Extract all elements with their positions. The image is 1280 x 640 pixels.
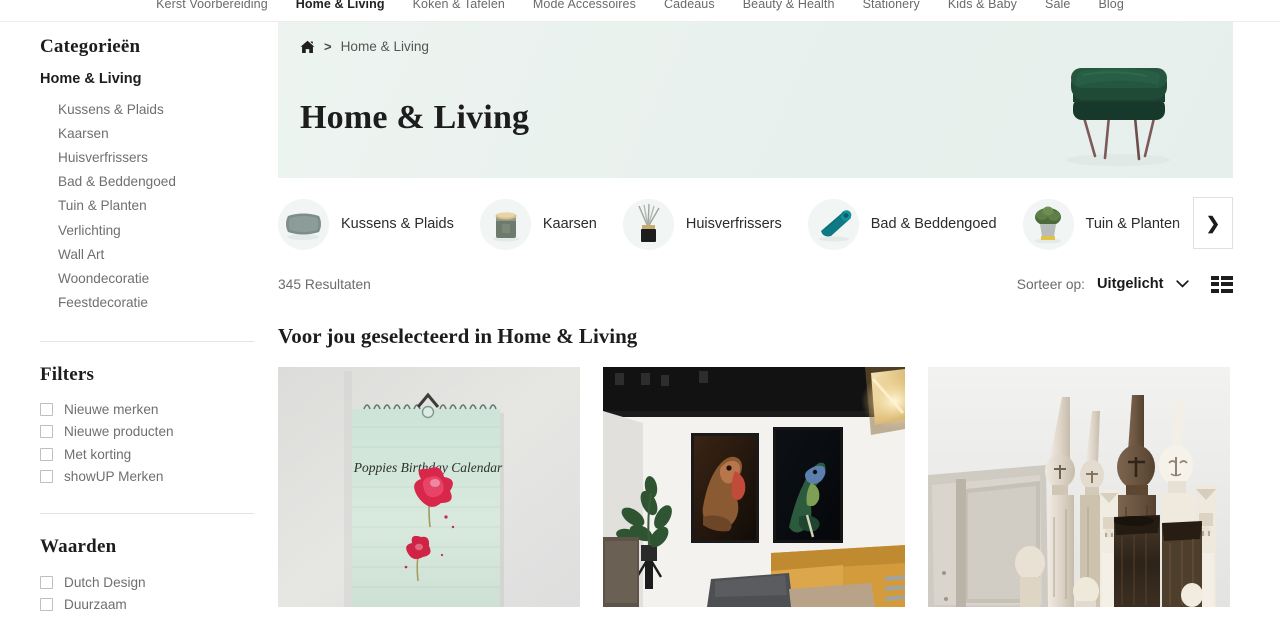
plant-thumb-icon	[1022, 198, 1074, 250]
grid-cell	[1221, 275, 1233, 280]
sidebar-divider-2	[40, 513, 254, 515]
filter-label: Nieuwe merken	[64, 402, 159, 418]
nav-item-9[interactable]: Blog	[1098, 0, 1123, 11]
hero-product-image	[1066, 68, 1170, 166]
grid-cell	[1221, 288, 1233, 293]
nav-item-1[interactable]: Home & Living	[296, 0, 385, 11]
chip-kussens-plaids[interactable]: Kussens & Plaids	[278, 198, 454, 250]
section-heading: Voor jou geselecteerd in Home & Living	[278, 324, 638, 348]
sidebar-item-huisverfrissers[interactable]: Huisverfrissers	[40, 145, 254, 169]
chip-label: Bad & Beddengoed	[870, 216, 997, 232]
sidebar-item-home-living[interactable]: Home & Living	[40, 71, 254, 87]
product-image	[928, 367, 1230, 607]
towel-thumb-icon	[807, 198, 859, 250]
value-label: Dutch Design	[64, 575, 146, 591]
grid-cell	[1210, 275, 1219, 280]
chip-bad-beddengoed[interactable]: Bad & Beddengoed	[807, 198, 997, 250]
nav-item-3[interactable]: Mode Accessoires	[533, 0, 636, 11]
filter-label: Met korting	[64, 446, 132, 462]
chip-kaarsen[interactable]: Kaarsen	[479, 198, 597, 250]
checkbox-icon[interactable]	[40, 576, 53, 590]
reed-diffuser-thumb-icon	[622, 198, 674, 250]
filter-nieuwe-merken[interactable]: Nieuwe merken	[40, 399, 254, 421]
filters-list: Nieuwe merken Nieuwe producten Met korti…	[40, 399, 254, 488]
grid-view-icon[interactable]	[1210, 275, 1233, 293]
product-image	[603, 367, 905, 607]
category-hero-banner: > Home & Living Home & Living	[278, 22, 1233, 178]
checkbox-icon[interactable]	[40, 469, 53, 483]
results-toolbar: 345 Resultaten Sorteer op: Uitgelicht	[278, 271, 1233, 297]
checkbox-icon[interactable]	[40, 598, 53, 612]
candle-thumb-icon	[479, 198, 531, 250]
product-grid: Poppies Birthday Calendar	[278, 367, 1233, 607]
sidebar-divider-1	[40, 340, 254, 342]
sidebar-item-tuin-planten[interactable]: Tuin & Planten	[40, 194, 254, 218]
subcategory-list: Kussens & Plaids Kaarsen Huisverfrissers…	[40, 97, 254, 315]
chip-huisverfrissers[interactable]: Huisverfrissers	[622, 198, 782, 250]
chip-label: Kussens & Plaids	[341, 216, 454, 232]
main-content: > Home & Living Home & Living Kussens & …	[278, 22, 1233, 607]
filter-nieuwe-producten[interactable]: Nieuwe producten	[40, 421, 254, 443]
nav-item-0[interactable]: Kerst Voorbereiding	[156, 0, 268, 11]
value-duurzaam[interactable]: Duurzaam	[40, 594, 254, 616]
subcategory-chip-carousel: Kussens & Plaids Kaarsen Huisverfrissers…	[278, 195, 1233, 253]
chips-next-button[interactable]: ❯	[1193, 197, 1233, 249]
product-card-wooden-figurines[interactable]	[928, 367, 1230, 607]
checkbox-icon[interactable]	[40, 425, 53, 439]
nav-item-7[interactable]: Kids & Baby	[948, 0, 1017, 11]
chevron-down-icon[interactable]	[1175, 280, 1189, 288]
chip-label: Huisverfrissers	[685, 216, 782, 232]
nav-item-2[interactable]: Koken & Tafelen	[413, 0, 505, 11]
nav-item-5[interactable]: Beauty & Health	[743, 0, 835, 11]
home-icon[interactable]	[300, 40, 315, 54]
nav-item-8[interactable]: Sale	[1045, 0, 1070, 11]
checkbox-icon[interactable]	[40, 403, 53, 417]
values-list: Dutch Design Duurzaam	[40, 571, 254, 615]
product-card-reptile-wall-art[interactable]	[603, 367, 905, 607]
sidebar-item-feestdecoratie[interactable]: Feestdecoratie	[40, 291, 254, 315]
chip-tuin-planten[interactable]: Tuin & Planten	[1022, 198, 1181, 250]
value-label: Duurzaam	[64, 597, 127, 613]
page-title: Home & Living	[300, 99, 530, 136]
chevron-right-icon: ❯	[1205, 213, 1221, 233]
sort-controls: Sorteer op: Uitgelicht	[1016, 275, 1233, 293]
sidebar-item-bad-beddengoed[interactable]: Bad & Beddengoed	[40, 170, 254, 194]
sidebar-item-kussens-plaids[interactable]: Kussens & Plaids	[40, 97, 254, 121]
grid-cell	[1221, 282, 1233, 286]
grid-cell	[1210, 288, 1219, 293]
values-heading: Waarden	[40, 536, 117, 558]
top-navigation: Kerst Voorbereiding Home & Living Koken …	[0, 0, 1280, 22]
nav-item-4[interactable]: Cadeaus	[664, 0, 715, 11]
breadcrumb: > Home & Living	[300, 39, 429, 54]
sidebar-item-kaarsen[interactable]: Kaarsen	[40, 121, 254, 145]
sidebar-item-verlichting[interactable]: Verlichting	[40, 218, 254, 242]
product-image: Poppies Birthday Calendar	[278, 367, 580, 607]
chip-label: Tuin & Planten	[1085, 216, 1181, 232]
nav-item-6[interactable]: Stationery	[863, 0, 920, 11]
sidebar-item-wall-art[interactable]: Wall Art	[40, 242, 254, 266]
checkbox-icon[interactable]	[40, 447, 53, 461]
filter-sidebar: Categorieën Home & Living Kussens & Plai…	[40, 36, 254, 616]
cushion-thumb-icon	[278, 198, 329, 250]
product-card-poppies-calendar[interactable]: Poppies Birthday Calendar	[278, 367, 580, 607]
filters-heading: Filters	[40, 363, 95, 385]
filter-met-korting[interactable]: Met korting	[40, 443, 254, 465]
filter-label: Nieuwe producten	[64, 424, 174, 440]
breadcrumb-current[interactable]: Home & Living	[341, 39, 429, 54]
grid-cell	[1210, 282, 1219, 286]
results-count: 345 Resultaten	[278, 276, 371, 292]
filter-label: showUP Merken	[64, 468, 164, 484]
filter-showup-merken[interactable]: showUP Merken	[40, 465, 254, 487]
sort-label: Sorteer op:	[1016, 276, 1086, 292]
categories-heading: Categorieën	[40, 36, 141, 57]
breadcrumb-separator: >	[324, 39, 332, 54]
chip-label: Kaarsen	[542, 216, 597, 232]
sort-value[interactable]: Uitgelicht	[1097, 276, 1163, 292]
sidebar-item-woondecoratie[interactable]: Woondecoratie	[40, 266, 254, 290]
value-dutch-design[interactable]: Dutch Design	[40, 571, 254, 593]
